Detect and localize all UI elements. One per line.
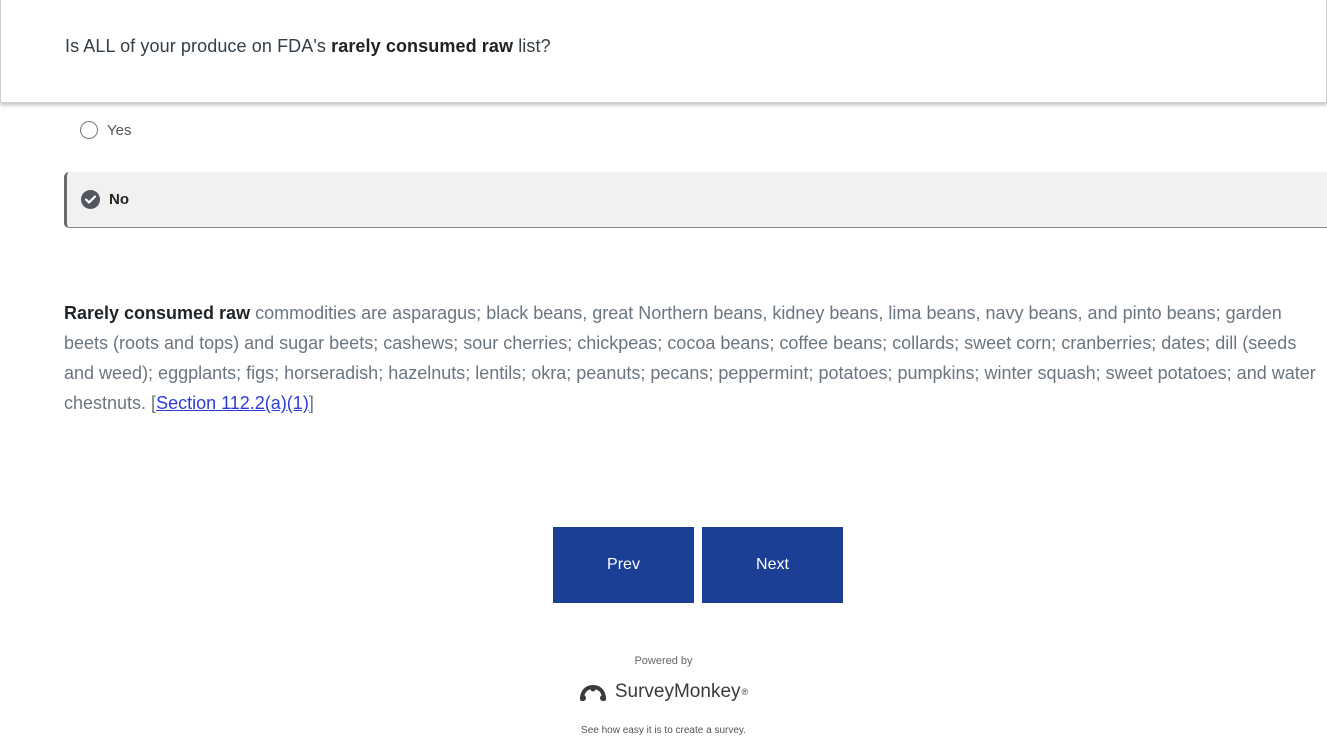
brand-name: SurveyMonkey [614,681,741,702]
checkmark-glyph [85,195,96,204]
next-button[interactable]: Next [702,527,843,603]
powered-by-text: Powered by [634,655,693,667]
survey-card: Is ALL of your produce on FDA's rarely c… [0,0,1327,753]
surveymonkey-logo-icon [579,684,606,701]
radio-unchecked-icon[interactable] [80,121,98,139]
section-link[interactable]: Section 112.2(a)(1) [156,393,309,413]
question-title: Is ALL of your produce on FDA's rarely c… [65,36,551,56]
option-no-label: No [109,191,129,208]
survey-page: Is ALL of your produce on FDA's rarely c… [0,0,1327,753]
tagline-link[interactable]: See how easy it is to create a survey. [0,725,1327,736]
trademark-mark: ® [741,687,749,697]
info-paragraph: Rarely consumed raw commodities are aspa… [64,303,1316,413]
question-emphasis: rarely consumed raw [331,36,514,56]
prev-button[interactable]: Prev [553,527,694,603]
option-no[interactable]: No [64,172,1327,228]
question-header: Is ALL of your produce on FDA's rarely c… [0,0,1327,103]
option-yes[interactable]: Yes [64,112,1327,148]
info-emphasis: Rarely consumed raw [64,303,251,323]
checkmark-icon[interactable] [81,190,100,209]
option-yes-label: Yes [107,121,132,139]
brand-link[interactable]: SurveyMonkey ® [0,681,1327,703]
